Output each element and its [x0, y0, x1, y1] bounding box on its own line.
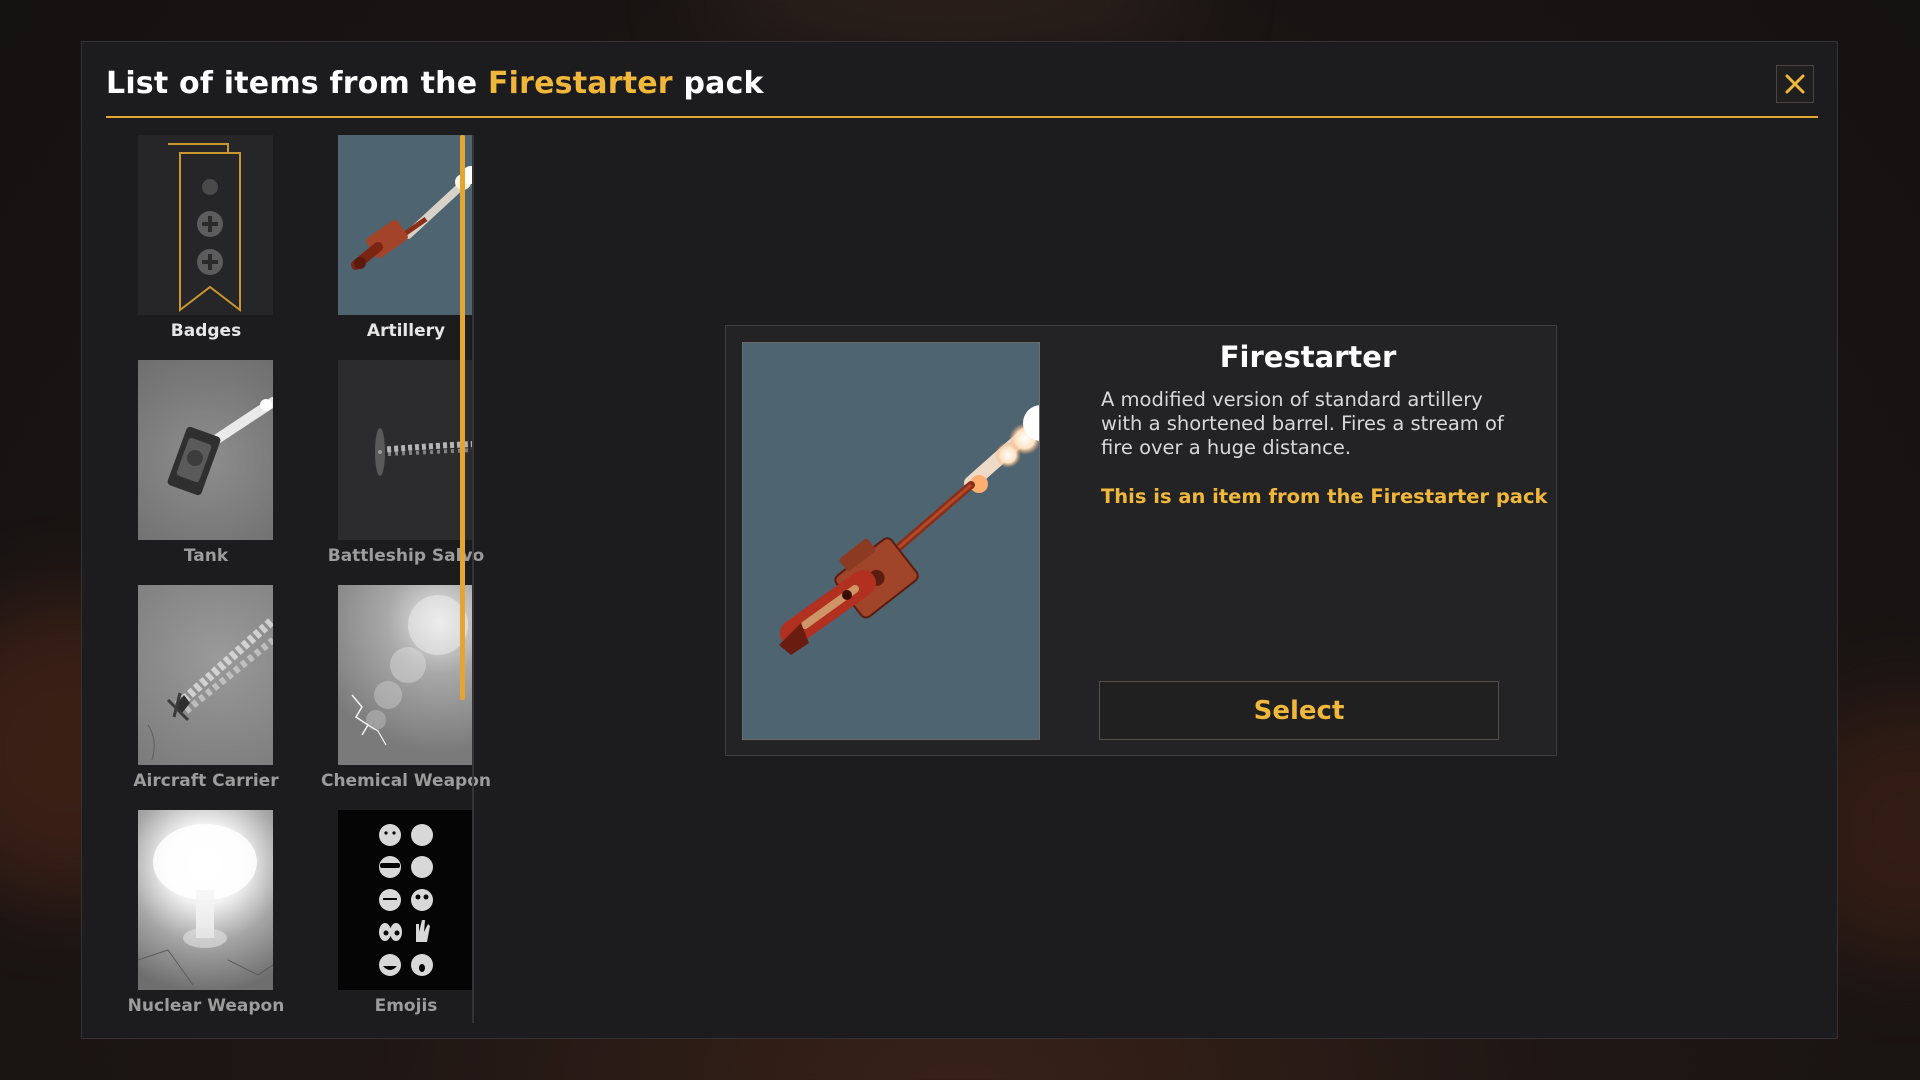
item-detail-panel: Firestarter A modified version of standa…	[725, 325, 1557, 756]
item-label: Battleship Salvo	[327, 546, 485, 566]
nuclear-weapon-icon[interactable]	[138, 810, 273, 990]
item-title: Firestarter	[1219, 340, 1397, 374]
select-button[interactable]: Select	[1099, 681, 1499, 740]
emojis-icon[interactable]	[338, 810, 473, 990]
item-grid: Badges Artillery Tank Battleship Salvo A…	[106, 135, 491, 1016]
chemical-weapon-icon[interactable]	[338, 585, 473, 765]
item-description: A modified version of standard artillery…	[1101, 388, 1504, 459]
scrollbar-track	[472, 135, 474, 1023]
scrollbar-thumb[interactable]	[460, 135, 465, 700]
title-pack-name: Firestarter	[487, 66, 673, 101]
item-label: Nuclear Weapon	[127, 996, 285, 1016]
artillery-icon[interactable]	[338, 135, 473, 315]
aircraft-carrier-icon[interactable]	[138, 585, 273, 765]
item-label: Chemical Weapon	[320, 771, 492, 791]
firestarter-artillery-icon	[742, 342, 1040, 740]
modal-title: List of items from the Firestarter pack	[106, 66, 764, 101]
badges-icon[interactable]	[138, 135, 273, 315]
tank-icon[interactable]	[138, 360, 273, 540]
title-prefix: List of items from the	[106, 66, 478, 101]
item-label: Artillery	[366, 321, 446, 341]
title-divider	[106, 116, 1818, 118]
item-label: Emojis	[374, 996, 438, 1016]
close-button[interactable]	[1776, 65, 1814, 103]
item-pack-note: This is an item from the Firestarter pac…	[1101, 485, 1548, 508]
close-icon	[1785, 74, 1805, 94]
battleship-salvo-icon[interactable]	[338, 360, 473, 540]
item-label: Aircraft Carrier	[133, 771, 279, 791]
item-list-modal: List of items from the Firestarter pack	[81, 41, 1838, 1039]
title-suffix: pack	[683, 66, 764, 101]
item-label: Tank	[183, 546, 229, 566]
item-label: Badges	[170, 321, 242, 341]
